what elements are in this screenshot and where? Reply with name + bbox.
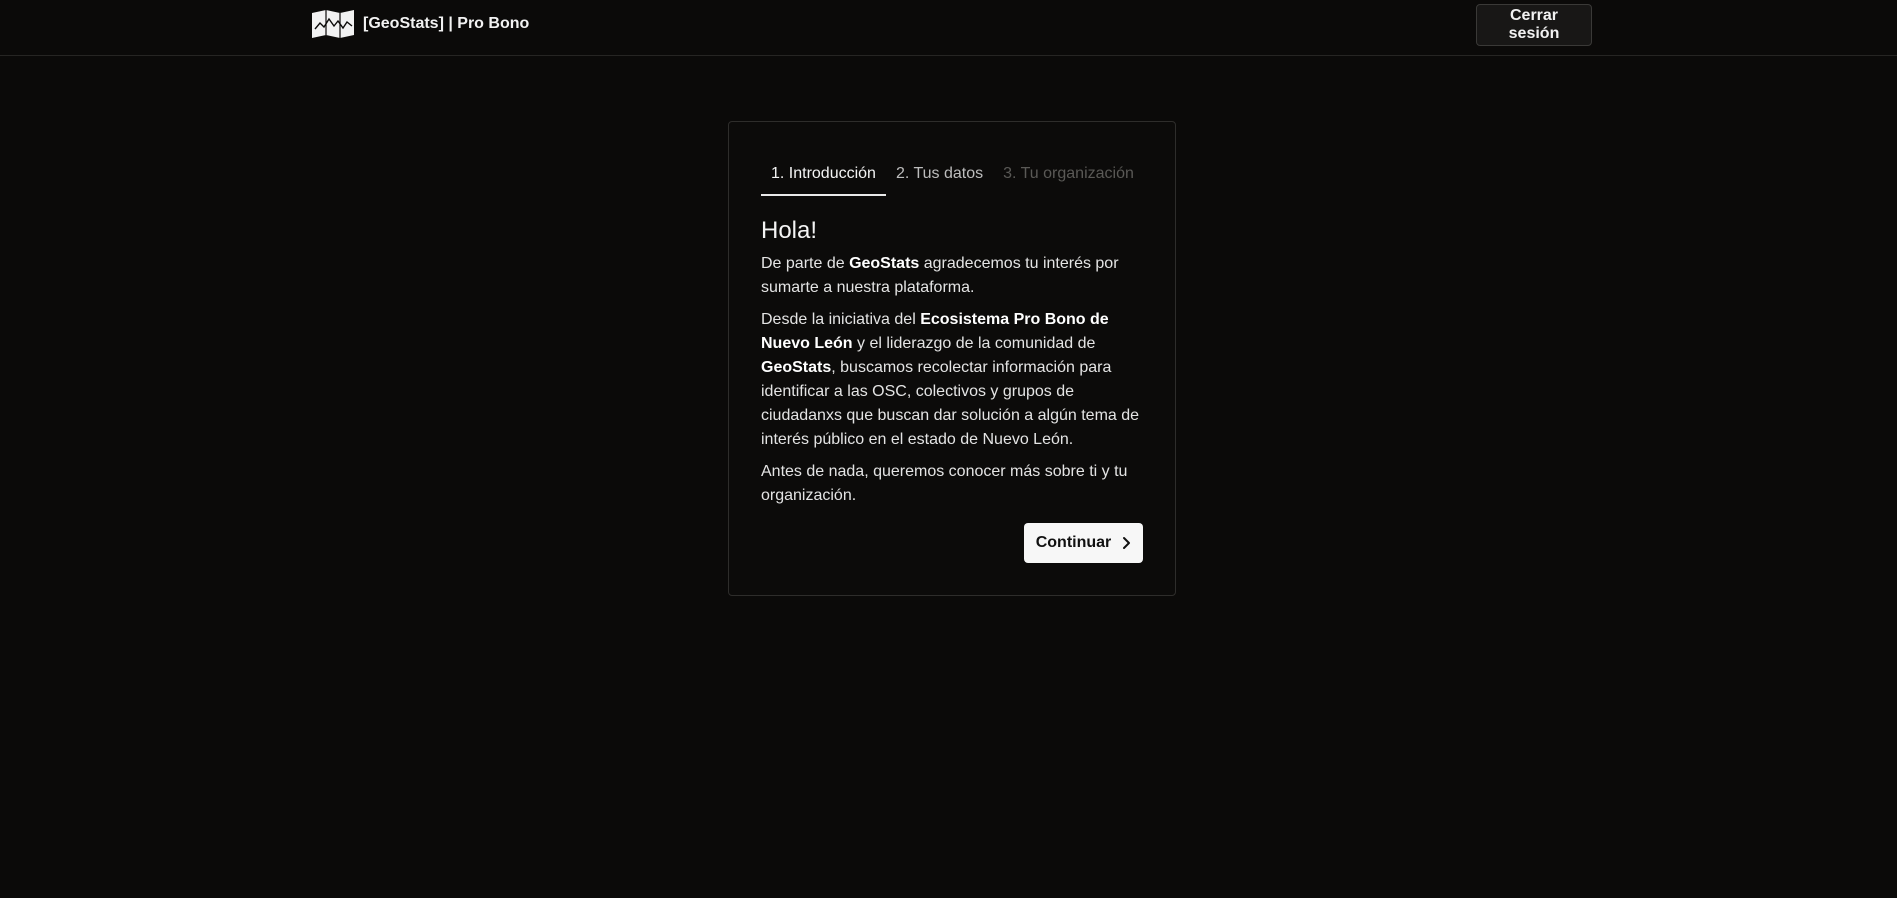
continue-button[interactable]: Continuar (1024, 523, 1143, 563)
tab-tus-datos[interactable]: 2. Tus datos (886, 160, 993, 194)
tab-tu-organizacion: 3. Tu organización (1003, 165, 1134, 182)
intro-paragraph-1: De parte de GeoStats agradecemos tu inte… (761, 252, 1151, 300)
continue-label: Continuar (1035, 534, 1112, 551)
top-navbar: [GeoStats] | Pro Bono Cerrar sesión (0, 0, 1897, 56)
onboarding-card: 1. Introducción 2. Tus datos 3. Tu organ… (728, 121, 1176, 596)
text-span: De parte de (761, 255, 850, 272)
bold-geostats: GeoStats (849, 255, 920, 272)
text-span: y el liderazgo de la comunidad de (852, 335, 1096, 352)
chevron-right-icon (1123, 537, 1131, 549)
tab-introduccion[interactable]: 1. Introducción (761, 160, 886, 196)
brand-title: [GeoStats] | Pro Bono (363, 15, 530, 32)
intro-paragraph-3: Antes de nada, queremos conocer más sobr… (761, 463, 1128, 504)
bold-geostats: GeoStats (761, 359, 832, 376)
text-span: Desde la iniciativa del (761, 311, 921, 328)
intro-paragraph-2: Desde la iniciativa del Ecosistema Pro B… (761, 308, 1151, 452)
logout-button[interactable]: Cerrar sesión (1476, 4, 1592, 46)
map-icon (312, 10, 354, 38)
brand-link[interactable]: [GeoStats] | Pro Bono (311, 10, 529, 38)
wizard-steps: 1. Introducción 2. Tus datos 3. Tu organ… (761, 160, 1144, 196)
intro-content: De parte de GeoStats agradecemos tu inte… (761, 252, 1151, 516)
greeting-heading: Hola! (761, 217, 818, 244)
